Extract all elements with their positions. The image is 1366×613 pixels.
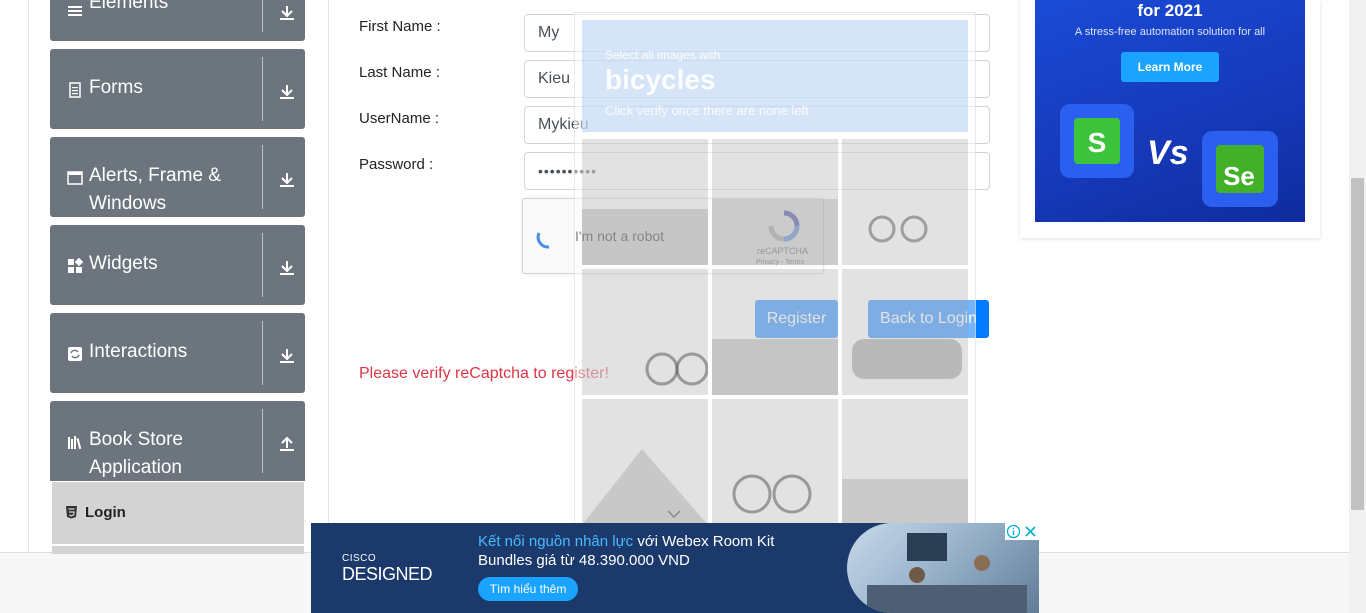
books-icon (67, 434, 83, 450)
sidebar-group-label: Interactions (89, 341, 188, 362)
ad-line-1: Kết nối nguồn nhân lực với Webex Room Ki… (478, 533, 774, 550)
bottom-ad-banner[interactable]: CISCO DESIGNED Kết nối nguồn nhân lực vớ… (311, 523, 1039, 613)
window-icon (67, 170, 83, 186)
chevron-down-icon[interactable] (278, 82, 296, 100)
chevron-down-icon[interactable] (278, 258, 296, 276)
challenge-tile[interactable] (712, 269, 838, 395)
selenium-logo-icon: Se (1202, 131, 1278, 207)
sidebar-group-bookstore[interactable]: Book Store Application (50, 401, 305, 481)
sidebar-group-forms[interactable]: Forms (50, 49, 305, 129)
sidebar-group-label: Forms (89, 77, 143, 98)
chevron-down-icon[interactable] (278, 3, 296, 21)
recaptcha-error-message: Please verify reCaptcha to register! (359, 365, 609, 382)
sidebar-group-elements[interactable]: Elements (50, 0, 305, 41)
svg-text:S: S (1088, 127, 1107, 158)
challenge-tile[interactable] (842, 139, 968, 265)
challenge-header: Select all images with bicycles Click ve… (582, 20, 968, 132)
sidebar-group-interactions[interactable]: Interactions (50, 313, 305, 393)
sidebar-item-next[interactable] (52, 546, 304, 554)
ad-line-1-highlight: Kết nối nguồn nhân lực (478, 533, 634, 550)
challenge-tile[interactable] (712, 399, 838, 525)
challenge-tile[interactable] (712, 139, 838, 265)
challenge-tile[interactable] (842, 269, 968, 395)
close-icon[interactable] (1022, 523, 1039, 540)
sidebar-item-login[interactable]: Login (52, 482, 304, 544)
group-divider (262, 57, 263, 121)
sidebar-group-label: Book Store (89, 429, 183, 450)
group-divider (262, 0, 263, 32)
sidebar-group-label: Alerts, Frame & (89, 165, 221, 186)
loading-spinner-icon[interactable] (535, 225, 561, 251)
sidebar-group-label: Widgets (89, 253, 158, 274)
right-ad-banner[interactable]: for 2021 A stress-free automation soluti… (1035, 0, 1305, 222)
challenge-tile[interactable] (582, 139, 708, 265)
document-icon (67, 82, 83, 98)
hamburger-icon (67, 3, 83, 19)
ad-line-1-rest: với Webex Room Kit (633, 533, 775, 550)
challenge-instruction: Select all images with (605, 48, 721, 62)
group-divider (262, 321, 263, 385)
last-name-label: Last Name : (359, 64, 440, 81)
sidebar-group-label: Elements (89, 0, 169, 13)
ad-info-icon[interactable] (1005, 523, 1022, 540)
scrollbar-thumb[interactable] (1351, 178, 1364, 510)
sidebar-divider (28, 0, 29, 553)
content-divider (328, 0, 329, 553)
html5-icon (65, 505, 78, 519)
first-name-label: First Name : (359, 18, 441, 35)
group-divider (262, 145, 263, 209)
sidebar-group-alerts[interactable]: Alerts, Frame & Windows (50, 137, 305, 217)
ad-subtitle: A stress-free automation solution for al… (1074, 26, 1266, 38)
sidebar-group-widgets[interactable]: Widgets (50, 225, 305, 305)
refresh-icon (67, 346, 83, 362)
ad-cta-button[interactable]: Tìm hiểu thêm (478, 577, 578, 601)
widgets-icon (67, 257, 84, 274)
group-divider (262, 233, 263, 297)
challenge-hint: Click verify once there are none left (605, 103, 809, 118)
challenge-tile[interactable] (842, 399, 968, 525)
katalon-logo-icon: S (1060, 104, 1134, 178)
ad-brand-small: CISCO (342, 553, 377, 564)
versus-text: Vs (1147, 134, 1189, 172)
challenge-target: bicycles (605, 64, 716, 95)
challenge-tile[interactable] (582, 269, 708, 395)
sidebar-item-label: Login (85, 504, 126, 521)
ad-line-2: Bundles giá từ 48.390.000 VND (478, 552, 690, 569)
learn-more-button[interactable]: Learn More (1121, 52, 1219, 82)
username-label: UserName : (359, 110, 440, 127)
sidebar-group-label-line2: Windows (89, 193, 167, 214)
svg-text:Se: Se (1223, 161, 1255, 191)
password-label: Password : (359, 156, 434, 173)
ad-headline: for 2021 (1137, 1, 1203, 20)
chevron-down-icon[interactable] (278, 346, 296, 364)
sidebar-group-label-line2: Application (89, 457, 182, 478)
chevron-down-icon[interactable] (278, 170, 296, 188)
chevron-down-icon[interactable] (666, 506, 682, 519)
chevron-up-icon[interactable] (278, 434, 296, 452)
ad-brand-large: DESIGNED (342, 564, 433, 584)
recaptcha-challenge-overlay[interactable]: Select all images with bicycles Click ve… (574, 12, 976, 525)
group-divider (262, 409, 263, 473)
challenge-tile[interactable] (582, 399, 708, 525)
